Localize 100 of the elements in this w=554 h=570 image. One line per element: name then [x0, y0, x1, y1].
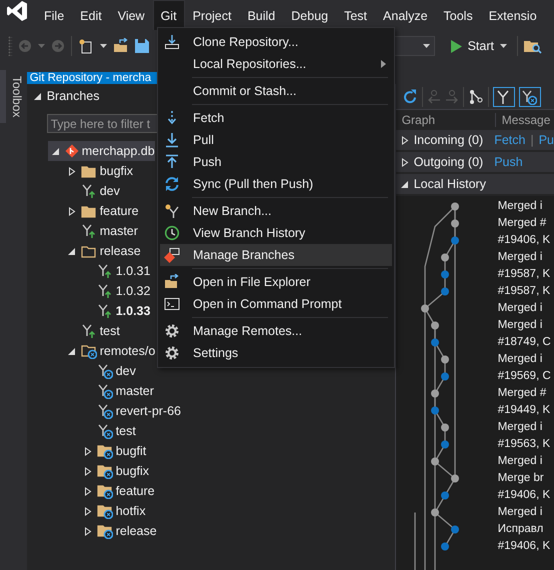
menu-item[interactable]: Open in Command Prompt	[160, 293, 392, 315]
tree-item[interactable]: master	[48, 381, 154, 401]
menu-item[interactable]: View Branch History	[160, 222, 392, 244]
commit-message[interactable]: Merged i	[498, 300, 551, 317]
link[interactable]: Pu	[538, 133, 554, 147]
tree-item[interactable]: feature	[48, 201, 152, 221]
tree-item[interactable]: hotfix	[48, 501, 152, 521]
menu-item[interactable]: Clone Repository...	[160, 31, 392, 53]
tree-item[interactable]: dev	[48, 181, 152, 201]
commit-message[interactable]: #19406, K	[498, 232, 551, 249]
commit-node[interactable]	[440, 356, 449, 364]
menu-item[interactable]: Open in File Explorer	[160, 271, 392, 293]
menu-item[interactable]: Extensio	[480, 0, 545, 30]
commit-node[interactable]	[440, 440, 449, 448]
commit-node[interactable]	[430, 338, 439, 346]
collapsed-arrow-icon[interactable]	[400, 158, 409, 166]
expanded-arrow-icon[interactable]	[68, 346, 76, 356]
tree-item[interactable]: test	[48, 321, 152, 341]
commit-message[interactable]: Merged i	[498, 453, 551, 470]
collapsed-arrow-icon[interactable]	[84, 466, 92, 476]
menu-item[interactable]: Tools	[436, 0, 481, 30]
menu-item[interactable]: File	[36, 0, 72, 30]
commit-node[interactable]	[430, 390, 439, 398]
start-button[interactable]: Start	[446, 37, 511, 55]
commit-message[interactable]: #19449, K	[498, 402, 551, 419]
menu-item[interactable]: Git	[152, 0, 185, 30]
menu-item[interactable]: Push	[160, 151, 392, 173]
commit-node[interactable]	[440, 372, 449, 380]
commit-message[interactable]: Merged i	[498, 419, 551, 436]
menu-item[interactable]: Pull	[160, 129, 392, 151]
menu-item[interactable]: Local Repositories...	[160, 53, 392, 75]
tree-item[interactable]: 1.0.33	[48, 301, 152, 321]
commit-node[interactable]	[450, 474, 459, 482]
expanded-arrow-icon[interactable]	[52, 146, 60, 156]
menu-item[interactable]: Fetch	[160, 107, 392, 129]
expanded-arrow-icon[interactable]	[400, 180, 409, 188]
commit-message[interactable]: #19569, C	[498, 368, 551, 385]
tree-item[interactable]: 1.0.32	[48, 281, 152, 301]
column-header[interactable]: Message	[496, 113, 550, 127]
expanded-arrow-icon[interactable]	[34, 92, 42, 100]
commit-message[interactable]: Merged i	[498, 198, 551, 215]
tree-item[interactable]: bugfix	[48, 161, 152, 181]
commit-node[interactable]	[440, 254, 449, 262]
commit-node[interactable]	[430, 508, 439, 516]
collapsed-arrow-icon[interactable]	[400, 136, 409, 144]
menu-item[interactable]: Test	[336, 0, 376, 30]
commit-node[interactable]	[450, 526, 459, 534]
menu-item[interactable]: View	[110, 0, 153, 30]
commit-node[interactable]	[450, 202, 459, 210]
link[interactable]: Push	[494, 155, 523, 169]
commit-node[interactable]	[430, 322, 439, 330]
tree-item[interactable]: remotes/o	[48, 341, 156, 361]
menu-item[interactable]: Analyze	[375, 0, 436, 30]
commit-message[interactable]: Merged i	[498, 351, 551, 368]
commit-message[interactable]: Исправл	[498, 521, 551, 538]
commit-node[interactable]	[440, 492, 449, 500]
commit-node[interactable]	[450, 236, 459, 244]
commit-node[interactable]	[440, 542, 449, 550]
menu-item[interactable]: Manage Branches	[160, 244, 392, 266]
tree-item[interactable]: bugfit	[48, 441, 152, 461]
collapsed-arrow-icon[interactable]	[84, 486, 92, 496]
commit-message[interactable]: #19587, K	[498, 283, 551, 300]
commit-message[interactable]: #19563, K	[498, 436, 551, 453]
collapsed-arrow-icon[interactable]	[68, 166, 76, 176]
commit-node[interactable]	[430, 458, 439, 466]
commit-node[interactable]	[440, 424, 449, 432]
menu-item[interactable]: Sync (Pull then Push)	[160, 173, 392, 195]
tree-item[interactable]: dev	[48, 361, 152, 381]
commit-message[interactable]: Merged i	[498, 317, 551, 334]
expanded-arrow-icon[interactable]	[68, 246, 76, 256]
tree-item[interactable]: test	[48, 421, 152, 441]
commit-node[interactable]	[450, 220, 459, 228]
toggle-button[interactable]	[518, 86, 541, 106]
tree-item[interactable]: release	[48, 241, 152, 261]
commit-node[interactable]	[430, 406, 439, 414]
tree-item[interactable]: release	[48, 521, 157, 541]
commit-message[interactable]: Merged #	[498, 215, 551, 232]
menu-item[interactable]: Manage Remotes...	[160, 320, 392, 342]
menu-item[interactable]: Project	[184, 0, 240, 30]
menu-item[interactable]: Edit	[72, 0, 110, 30]
commit-message[interactable]: Merged #	[498, 385, 551, 402]
collapsed-arrow-icon[interactable]	[84, 506, 92, 516]
toggle-button[interactable]	[492, 86, 515, 106]
tree-item[interactable]: merchapp.db	[48, 141, 155, 161]
collapsed-arrow-icon[interactable]	[68, 206, 76, 216]
commit-message[interactable]: #19406, K	[498, 538, 551, 555]
commit-node[interactable]	[420, 304, 429, 312]
tree-item[interactable]: 1.0.31	[48, 261, 152, 281]
commit-message[interactable]: #18749, C	[498, 334, 551, 351]
tree-item[interactable]: feature	[48, 481, 155, 501]
link[interactable]: Fetch	[494, 133, 526, 147]
tree-item[interactable]: bugfix	[48, 461, 152, 481]
collapsed-arrow-icon[interactable]	[84, 446, 92, 456]
menu-item[interactable]: Debug	[283, 0, 336, 30]
menu-item[interactable]: Settings	[160, 342, 392, 364]
commit-message[interactable]: Merged i	[498, 504, 551, 521]
menu-item[interactable]: Build	[239, 0, 284, 30]
commit-message[interactable]: #19587, K	[498, 266, 551, 283]
commit-node[interactable]	[440, 270, 449, 278]
tree-item[interactable]: revert-pr-66	[48, 401, 181, 421]
